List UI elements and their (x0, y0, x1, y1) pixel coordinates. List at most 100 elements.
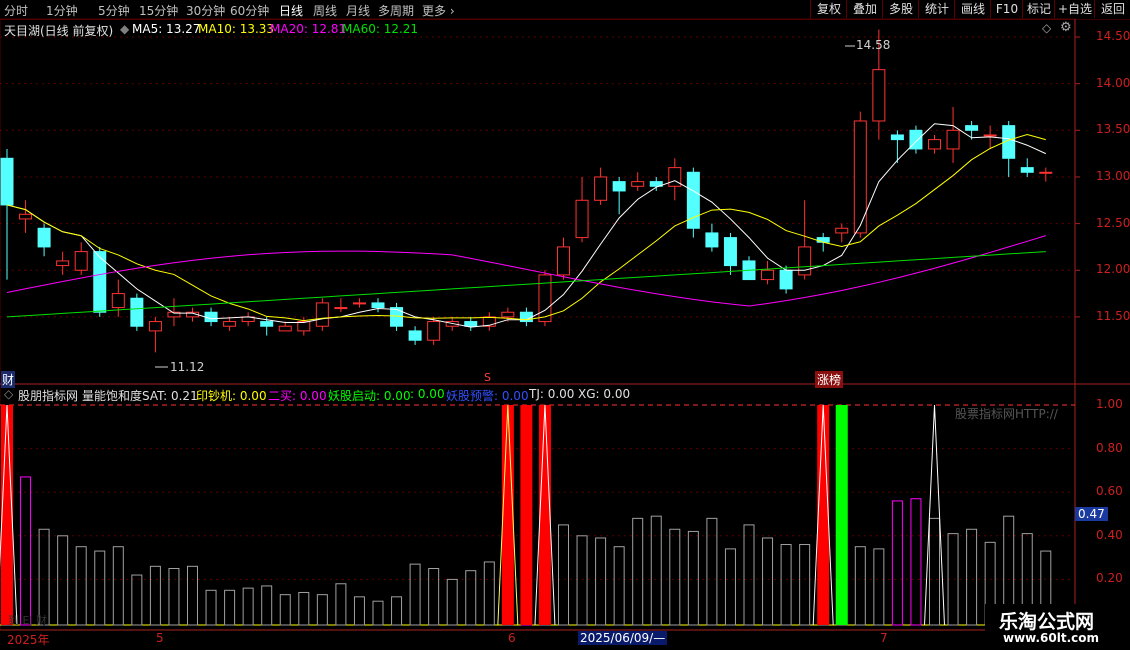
indicator-bar (446, 578, 458, 626)
gear-icon[interactable]: ⚙ (1060, 20, 1072, 35)
ermai-label: 二买: 0.00 (268, 389, 327, 403)
candle-body (56, 260, 70, 267)
sell-marker[interactable]: S (484, 371, 491, 384)
candle-body (408, 330, 422, 341)
candle-body (575, 199, 589, 239)
sat-label: 量能饱和度SAT: 0.21 (82, 389, 198, 403)
candle-body (557, 246, 570, 276)
indicator-bar (279, 594, 291, 626)
date-may: 5 (156, 631, 164, 645)
indicator-bar (131, 574, 143, 626)
candle-body (0, 157, 14, 206)
ma10-line (6, 133, 1046, 322)
indicator-bar (966, 528, 978, 626)
candle-body (148, 321, 162, 332)
candle-body (390, 307, 404, 327)
ma20-label: MA20: 12.81 (270, 22, 347, 36)
ma5-label: MA5: 13.27 (132, 22, 201, 36)
indicator-bottom-text: 到 Ej 财 (8, 614, 47, 627)
indicator-tick: 0.80 (1096, 440, 1123, 455)
signal-bar (501, 405, 514, 625)
indicator-bar (669, 528, 681, 626)
xg-label: XG: 0.00 (578, 387, 631, 401)
indicator-bar (372, 600, 384, 626)
candle-body (983, 134, 997, 137)
kline-chart (0, 18, 1130, 631)
indicator-bar (20, 476, 32, 626)
logo-name: 乐淘公式网 (999, 611, 1095, 633)
limit-up-marker[interactable]: 涨榜 (815, 371, 844, 388)
cursor-date: 2025/06/09/— (578, 631, 668, 645)
candle-body (835, 227, 849, 234)
indicator-title: 股朋指标网 (18, 389, 79, 403)
diamond-icon[interactable]: ◇ (1042, 21, 1051, 35)
indicator-bar (854, 546, 866, 626)
blank-label: : 0.00 (410, 387, 445, 401)
indicator-tick: 0.60 (1096, 484, 1123, 499)
signal-bar (835, 405, 848, 625)
candle-body (872, 69, 886, 122)
indicator-bar (57, 535, 69, 626)
indicator-bar (632, 517, 644, 626)
indicator-bar (465, 570, 477, 626)
collapse-indicator-icon[interactable]: ◇ (4, 387, 13, 401)
indicator-tick: 1.00 (1096, 397, 1123, 411)
candle-body (371, 302, 385, 309)
indicator-bar (409, 563, 421, 626)
candle-body (19, 213, 33, 220)
finance-marker[interactable]: 财 (1, 371, 16, 388)
indicator-bar (576, 535, 588, 626)
price-tick: 14.00 (1096, 75, 1130, 90)
ma10-label: MA10: 13.33 (198, 22, 275, 36)
ma5-line (6, 123, 1047, 328)
indicator-tick: 0.40 (1096, 527, 1123, 542)
date-july: 7 (880, 631, 888, 645)
price-tick: 12.00 (1096, 262, 1130, 277)
indicator-bar (224, 589, 236, 626)
candle-body (612, 181, 626, 192)
candle-body (260, 321, 274, 327)
yaogu-yujing-label: 妖股预警: 0.00 (446, 389, 529, 403)
indicator-bar (205, 589, 217, 626)
indicator-bar (929, 517, 940, 626)
ma60-line (6, 251, 1046, 318)
ma20-line (6, 235, 1046, 307)
candle-body (816, 237, 830, 243)
candle-body (890, 134, 904, 141)
indicator-bar (873, 548, 885, 626)
indicator-bar (483, 561, 495, 626)
candle-body (594, 176, 608, 201)
date-june: 6 (508, 631, 516, 645)
site-logo: 乐淘公式网 www.60lt.com (985, 604, 1130, 650)
signal-bar (538, 405, 551, 625)
candle-body (723, 237, 737, 267)
tj-label: TJ: 0.00 (529, 387, 575, 401)
candle-body (111, 293, 125, 309)
ma60-label: MA60: 12.21 (342, 22, 419, 36)
indicator-bar (428, 568, 440, 626)
signal-bar (817, 405, 830, 625)
candle-body (334, 307, 348, 310)
indicator-bar (149, 565, 161, 626)
watermark: 股票指标网HTTP:// (955, 407, 1058, 421)
candle-body (37, 227, 51, 248)
candle-body (278, 325, 292, 332)
collapse-icon[interactable]: ◆ (120, 22, 129, 36)
indicator-bar (891, 500, 903, 626)
yinchaoji-label: 印钞机: 0.00 (196, 389, 267, 403)
indicator-bar (335, 583, 347, 626)
indicator-bar (187, 565, 198, 626)
date-year: 2025年 (7, 633, 50, 647)
indicator-bar (762, 537, 774, 626)
indicator-bar (780, 544, 792, 626)
indicator-bar (298, 591, 310, 626)
candle-body (946, 129, 960, 150)
candle-body (1039, 171, 1053, 174)
low-price-label: 11.12 (170, 360, 205, 374)
indicator-bar (650, 515, 662, 626)
indicator-bar (391, 596, 403, 626)
candle-body (204, 311, 218, 323)
indicator-tick: 0.20 (1096, 571, 1123, 586)
indicator-bar (112, 546, 124, 626)
indicator-bar (316, 594, 328, 626)
